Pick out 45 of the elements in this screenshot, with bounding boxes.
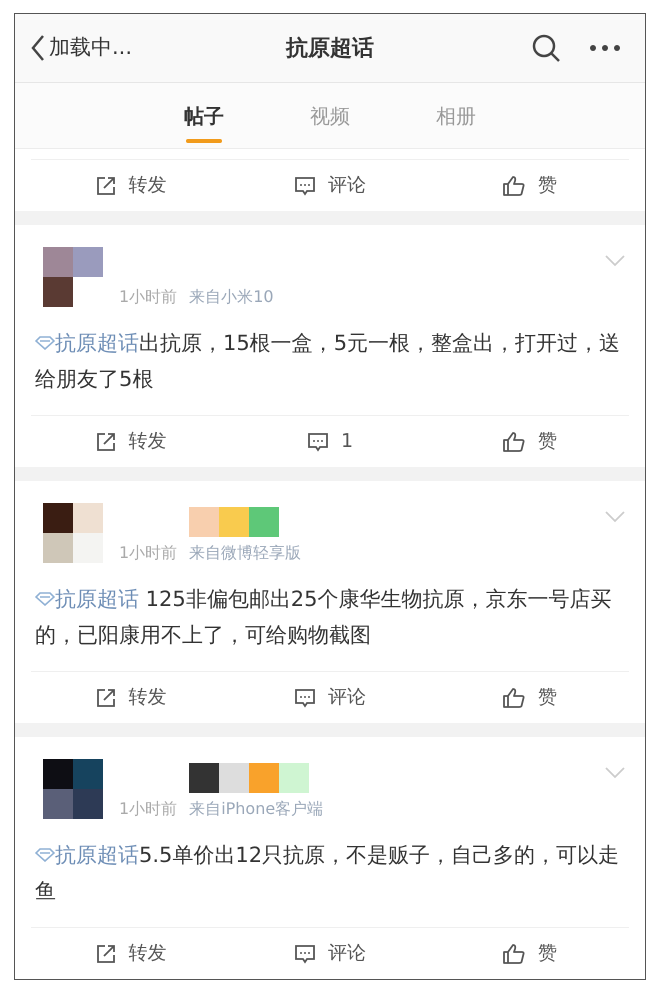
comment-button[interactable]: 1 xyxy=(306,427,354,456)
repost-button[interactable]: 转发 xyxy=(94,683,167,712)
chevron-down-icon[interactable] xyxy=(605,767,625,779)
chevron-down-icon[interactable] xyxy=(605,255,625,267)
repost-button[interactable]: 转发 xyxy=(94,427,167,456)
back-button[interactable]: 加载中... xyxy=(31,32,221,64)
post-text: 抗原超话出抗原，15根一盒，5元一根，整盒出，打开过，送给朋友了5根 xyxy=(15,309,645,415)
post-source: 来自小米10 xyxy=(189,286,274,308)
post-time: 1小时前 xyxy=(119,798,178,820)
post-time: 1小时前 xyxy=(119,286,178,308)
like-button[interactable]: 赞 xyxy=(502,427,557,456)
like-button[interactable]: 赞 xyxy=(502,683,557,712)
comment-icon xyxy=(294,686,316,708)
comment-button[interactable]: 评论 xyxy=(294,171,366,200)
comment-icon xyxy=(294,942,316,964)
more-icon[interactable] xyxy=(589,44,621,52)
comment-button[interactable]: 评论 xyxy=(294,939,366,968)
post-text: 抗原超话5.5单价出12只抗原，不是贩子，自己多的，可以走鱼 xyxy=(15,821,645,927)
thumbs-up-icon xyxy=(502,686,526,708)
diamond-icon xyxy=(35,336,55,350)
page-title: 抗原超话 xyxy=(284,34,375,62)
comment-icon xyxy=(294,174,316,196)
back-icon xyxy=(31,34,45,62)
repost-button[interactable]: 转发 xyxy=(94,939,167,968)
post-source: 来自微博轻享版 xyxy=(189,542,302,564)
comment-icon xyxy=(306,430,329,452)
comment-button[interactable]: 评论 xyxy=(294,683,366,712)
thumbs-up-icon xyxy=(502,942,526,964)
repost-button[interactable]: 转发 xyxy=(94,171,167,200)
share-icon xyxy=(94,686,117,708)
share-icon xyxy=(94,430,117,452)
like-button[interactable]: 赞 xyxy=(502,171,557,200)
diamond-icon xyxy=(35,592,55,606)
search-icon[interactable] xyxy=(531,33,561,63)
chevron-down-icon[interactable] xyxy=(605,511,625,523)
share-icon xyxy=(94,942,117,964)
thumbs-up-icon xyxy=(502,430,526,452)
like-button[interactable]: 赞 xyxy=(502,939,557,968)
post-time: 1小时前 xyxy=(119,542,178,564)
tab[interactable]: 帖子 xyxy=(165,101,243,143)
diamond-icon xyxy=(35,848,55,862)
post-text: 抗原超话 125非偏包邮出25个康华生物抗原，京东一号店买的，已阳康用不上了，可给购物截图 xyxy=(15,565,645,671)
thumbs-up-icon xyxy=(502,174,526,196)
post-source: 来自iPhone客户端 xyxy=(189,798,324,820)
share-icon xyxy=(94,174,117,196)
